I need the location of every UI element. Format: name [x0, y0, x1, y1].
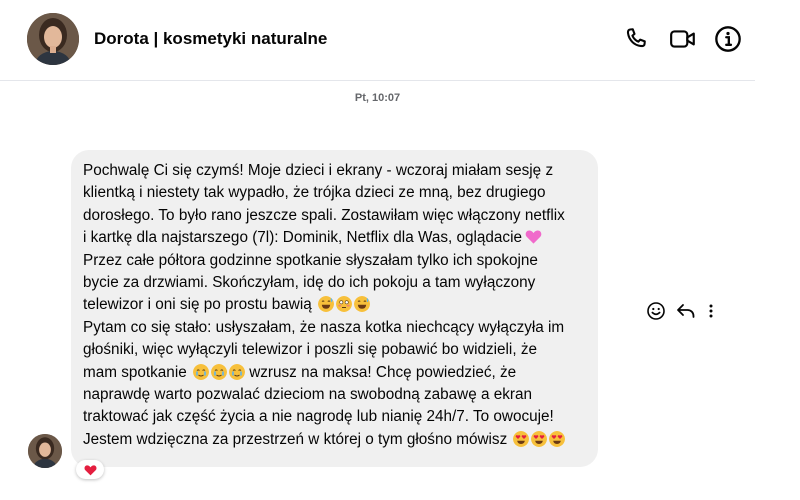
teary-smile-emoji [192, 363, 209, 380]
phone-icon [626, 28, 646, 48]
message-line: i kartkę dla najstarszego (7l): Dominik,… [83, 227, 586, 249]
message-line: dorosłego. To było rano jeszcze spali. Z… [83, 206, 565, 224]
message-line: mam spotkanie wzrusz na maksa! Chcę powi… [83, 362, 586, 384]
audio-call-button[interactable] [621, 24, 651, 54]
teary-smile-emoji [228, 363, 245, 380]
heart-eyes-emoji [531, 430, 548, 447]
message-timestamp: Pt, 10:07 [354, 92, 401, 104]
heart-eyes-emoji [549, 430, 566, 447]
message-line: Pochwalę Ci się czymś! Moje dzieci i ekr… [83, 162, 554, 179]
message-line: Jestem wdzięczna za przestrzeń w której … [83, 429, 586, 451]
sender-avatar[interactable] [28, 434, 62, 468]
message-line: traktować jak część życia a nie nagrodę … [83, 408, 554, 426]
react-button[interactable] [646, 301, 666, 321]
pink-heart-emoji [525, 230, 542, 244]
message-line-text: i kartkę dla najstarszego (7l): Dominik,… [83, 229, 522, 247]
message-line: telewizor i oni się po prostu bawią [83, 294, 586, 316]
red-heart-icon [84, 464, 96, 475]
message-line-text: telewizor i oni się po prostu bawią [83, 296, 312, 314]
grinning-sweat-emoji [353, 296, 370, 313]
message-line: naprawdę warto pozwalać dzieciom na swob… [83, 385, 532, 403]
video-camera-icon [670, 30, 695, 48]
grinning-sweat-emoji [317, 296, 334, 313]
message-bubble[interactable]: Pochwalę Ci się czymś! Moje dzieci i ekr… [71, 150, 598, 467]
flushed-emoji [335, 296, 352, 313]
message-line: głośniki, więc wyłączyli telewizor i pos… [83, 341, 537, 359]
contact-avatar[interactable] [27, 13, 79, 65]
message-line: Pytam co się stało: usłyszałam, że nasza… [83, 318, 565, 336]
message-line: bycie za drzwiami. Skończyłam, idę do ic… [83, 273, 536, 291]
teary-smile-emoji [210, 363, 227, 380]
info-icon [715, 26, 741, 52]
message-line-text: wzrusz na maksa! Chcę powiedzieć, że [244, 363, 517, 381]
reply-button[interactable] [675, 301, 697, 321]
video-call-button[interactable] [668, 24, 698, 54]
message-line: klientką i niestety tak wypadło, że trój… [83, 184, 546, 202]
emoji-react-icon [647, 302, 665, 320]
conversation-info-button[interactable] [713, 24, 743, 54]
more-options-button[interactable] [706, 301, 716, 321]
chat-header: Dorota | kosmetyki naturalne [0, 0, 755, 81]
message-line-text: Jestem wdzięczna za przestrzeń w której … [83, 430, 508, 448]
contact-name[interactable]: Dorota | kosmetyki naturalne [94, 29, 327, 49]
heart-eyes-emoji [513, 430, 530, 447]
more-options-icon [709, 304, 713, 318]
message-reaction[interactable] [76, 460, 104, 479]
reply-icon [677, 304, 695, 318]
message-actions [646, 298, 716, 324]
message-line-text: mam spotkanie [83, 363, 187, 381]
message-line: Przez całe półtora godzinne spotkanie sł… [83, 251, 538, 269]
